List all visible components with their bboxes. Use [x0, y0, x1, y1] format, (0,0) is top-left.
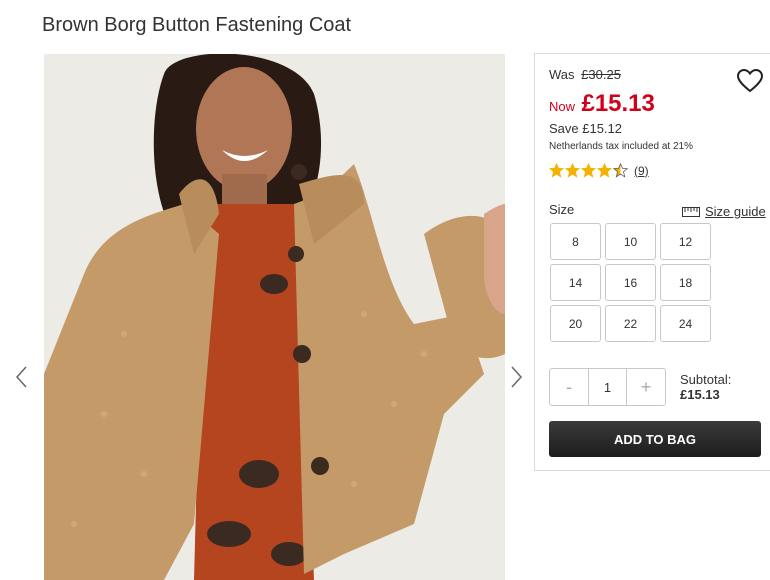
star-icon [597, 163, 612, 178]
product-title: Brown Borg Button Fastening Coat [42, 14, 352, 36]
tax-text: Netherlands tax included at 21% [549, 141, 693, 152]
product-image [44, 54, 505, 580]
size-option-14[interactable]: 14 [550, 264, 601, 301]
size-option-20[interactable]: 20 [550, 305, 601, 342]
subtotal-value: £15.13 [680, 387, 720, 402]
add-to-bag-button[interactable]: ADD TO BAG [549, 421, 761, 457]
size-option-18[interactable]: 18 [660, 264, 711, 301]
size-guide-link[interactable]: Size guide [682, 204, 766, 219]
review-count-link[interactable]: (9) [634, 164, 649, 178]
rating: (9) [549, 163, 649, 178]
subtotal: Subtotal: £15.13 [680, 372, 731, 402]
size-option-16[interactable]: 16 [605, 264, 656, 301]
purchase-panel: Was £30.25 Now £15.13 Save £15.12 Nether… [534, 53, 770, 471]
size-option-22[interactable]: 22 [605, 305, 656, 342]
star-rating [549, 163, 629, 178]
ruler-icon [682, 206, 700, 217]
increase-quantity-button[interactable]: + [627, 369, 665, 405]
size-option-24[interactable]: 24 [660, 305, 711, 342]
now-price: Now £15.13 [549, 90, 655, 118]
chevron-right-icon[interactable] [506, 364, 526, 390]
was-price: Was £30.25 [549, 67, 621, 82]
chevron-left-icon[interactable] [12, 364, 32, 390]
size-option-8[interactable]: 8 [550, 223, 601, 260]
was-label: Was [549, 67, 575, 82]
star-icon [565, 163, 580, 178]
was-value: £30.25 [581, 67, 621, 82]
quantity-stepper: - 1 + [549, 368, 666, 406]
size-option-10[interactable]: 10 [605, 223, 656, 260]
quantity-input[interactable]: 1 [588, 369, 627, 405]
heart-icon[interactable] [736, 68, 764, 93]
size-label: Size [549, 202, 575, 217]
size-option-12[interactable]: 12 [660, 223, 711, 260]
star-icon [613, 163, 628, 178]
product-gallery [0, 54, 530, 580]
subtotal-label: Subtotal: [680, 372, 732, 387]
star-icon [549, 163, 564, 178]
size-guide-label: Size guide [705, 204, 766, 219]
size-options: 8 10 12 14 16 18 20 22 24 [550, 223, 712, 342]
now-value: £15.13 [581, 90, 655, 117]
decrease-quantity-button[interactable]: - [550, 369, 588, 405]
star-icon [581, 163, 596, 178]
now-label: Now [549, 99, 576, 114]
save-text: Save £15.12 [549, 121, 623, 136]
